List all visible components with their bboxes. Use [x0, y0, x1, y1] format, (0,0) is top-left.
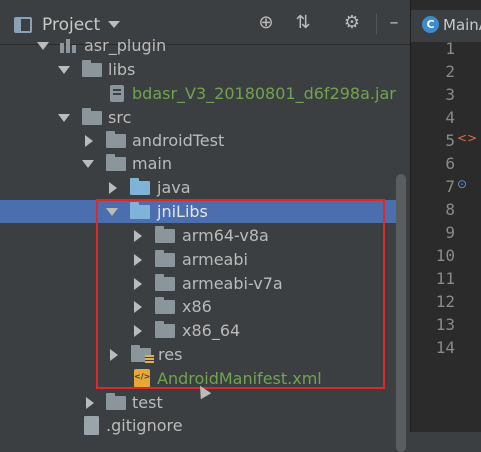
collapsed-arrow-icon[interactable]: [131, 224, 145, 247]
editor-pane: C MainA 1 2 3 4 5 6 7 8 9 10 11 12 13 14…: [410, 0, 481, 432]
collapsed-arrow-icon[interactable]: [83, 391, 97, 414]
line-number: 3: [445, 85, 455, 104]
source-folder-icon: [130, 178, 150, 195]
tree-row-asr-plugin[interactable]: asr_plugin: [0, 34, 405, 57]
tree-label: asr_plugin: [84, 36, 167, 55]
tree-row-libs[interactable]: libs: [0, 58, 405, 81]
expand-arrow-icon[interactable]: [57, 106, 71, 129]
line-number: 2: [445, 62, 455, 81]
toolbar-divider: [376, 14, 377, 34]
gear-icon[interactable]: ⚙: [341, 12, 363, 34]
tree-scrollbar[interactable]: [396, 174, 406, 452]
tree-label: bdasr_V3_20180801_d6f298a.jar: [132, 84, 396, 103]
line-number: 9: [445, 223, 455, 242]
line-number: 11: [435, 269, 455, 288]
tree-row-jnilibs[interactable]: jniLibs: [0, 200, 405, 223]
project-tree: asr_plugin libs bdasr_V3_20180801_d6f298…: [0, 36, 410, 452]
tree-label: androidTest: [132, 131, 225, 150]
tree-row-res[interactable]: res: [0, 343, 405, 366]
tree-row-x86-64[interactable]: x86_64: [0, 319, 405, 342]
tree-row-main[interactable]: main: [0, 152, 405, 175]
tree-label: x86: [182, 297, 212, 316]
tree-label: main: [132, 154, 172, 173]
view-dropdown-icon[interactable]: [108, 21, 120, 28]
collapsed-arrow-icon[interactable]: [131, 248, 145, 271]
tree-label: src: [108, 108, 132, 127]
line-number: 6: [445, 154, 455, 173]
expand-arrow-icon[interactable]: [57, 58, 71, 81]
collapsed-arrow-icon[interactable]: [131, 295, 145, 318]
tree-row-androidtest[interactable]: androidTest: [0, 129, 405, 152]
collapsed-arrow-icon[interactable]: [106, 176, 120, 199]
xml-file-icon: [134, 369, 150, 388]
folder-icon: [82, 60, 102, 77]
collapse-icon[interactable]: ⇅: [292, 12, 314, 34]
editor-tab-label: MainA: [443, 16, 481, 34]
line-number: 8: [445, 200, 455, 219]
folder-icon: [106, 131, 126, 148]
tree-label: armeabi: [182, 250, 248, 269]
line-number: 7: [445, 177, 455, 196]
tree-row-armeabi[interactable]: armeabi: [0, 248, 405, 271]
expand-arrow-icon[interactable]: [36, 34, 50, 57]
tree-row-gitignore[interactable]: .gitignore: [0, 414, 405, 437]
class-file-icon: C: [422, 16, 439, 33]
folder-icon: [155, 297, 175, 314]
jar-icon: [110, 85, 124, 102]
tree-label: jniLibs: [157, 202, 208, 221]
line-number: 4: [445, 108, 455, 127]
text-file-icon: [84, 416, 99, 435]
tree-row-jar[interactable]: bdasr_V3_20180801_d6f298a.jar: [0, 82, 405, 105]
folder-icon: [106, 154, 126, 171]
folder-icon: [106, 393, 126, 410]
line-number: 5: [445, 131, 455, 150]
minimize-icon[interactable]: –: [383, 12, 405, 34]
tree-label: test: [132, 393, 163, 412]
tree-label: res: [158, 345, 183, 364]
tree-row-java[interactable]: java: [0, 176, 405, 199]
line-number: 13: [435, 315, 455, 334]
folder-icon: [82, 108, 102, 125]
tree-label: AndroidManifest.xml: [157, 369, 322, 388]
tree-label: armeabi-v7a: [182, 274, 283, 293]
tree-row-x86[interactable]: x86: [0, 295, 405, 318]
collapsed-arrow-icon[interactable]: [107, 343, 121, 366]
project-title[interactable]: Project: [42, 15, 100, 35]
folder-icon: [155, 226, 175, 243]
expand-arrow-icon[interactable]: [105, 200, 119, 223]
collapsed-arrow-icon[interactable]: [131, 272, 145, 295]
tree-label: .gitignore: [106, 416, 183, 435]
tree-row-armeabi-v7a[interactable]: armeabi-v7a: [0, 272, 405, 295]
override-gutter-icon[interactable]: ⊙: [457, 177, 467, 191]
tree-label: arm64-v8a: [182, 226, 269, 245]
line-number: 10: [435, 246, 455, 265]
folder-icon: [155, 274, 175, 291]
tree-label: java: [157, 178, 191, 197]
line-number: 14: [435, 338, 455, 357]
tree-row-arm64-v8a[interactable]: arm64-v8a: [0, 224, 405, 247]
tree-row-src[interactable]: src: [0, 106, 405, 129]
folder-icon: [155, 250, 175, 267]
locate-icon[interactable]: ⊕: [255, 12, 277, 34]
xml-gutter-icon[interactable]: <>: [457, 131, 477, 145]
expand-arrow-icon[interactable]: [81, 152, 95, 175]
collapsed-arrow-icon[interactable]: [131, 319, 145, 342]
folder-icon: [155, 321, 175, 338]
line-number: 1: [445, 39, 455, 58]
resource-folder-icon: [131, 345, 154, 364]
project-window-icon: [14, 17, 32, 33]
source-folder-icon: [130, 202, 150, 219]
tree-label: libs: [108, 60, 136, 79]
line-number: 12: [435, 292, 455, 311]
collapsed-arrow-icon[interactable]: [82, 129, 96, 152]
module-icon: [60, 38, 78, 53]
tree-label: x86_64: [182, 321, 241, 340]
